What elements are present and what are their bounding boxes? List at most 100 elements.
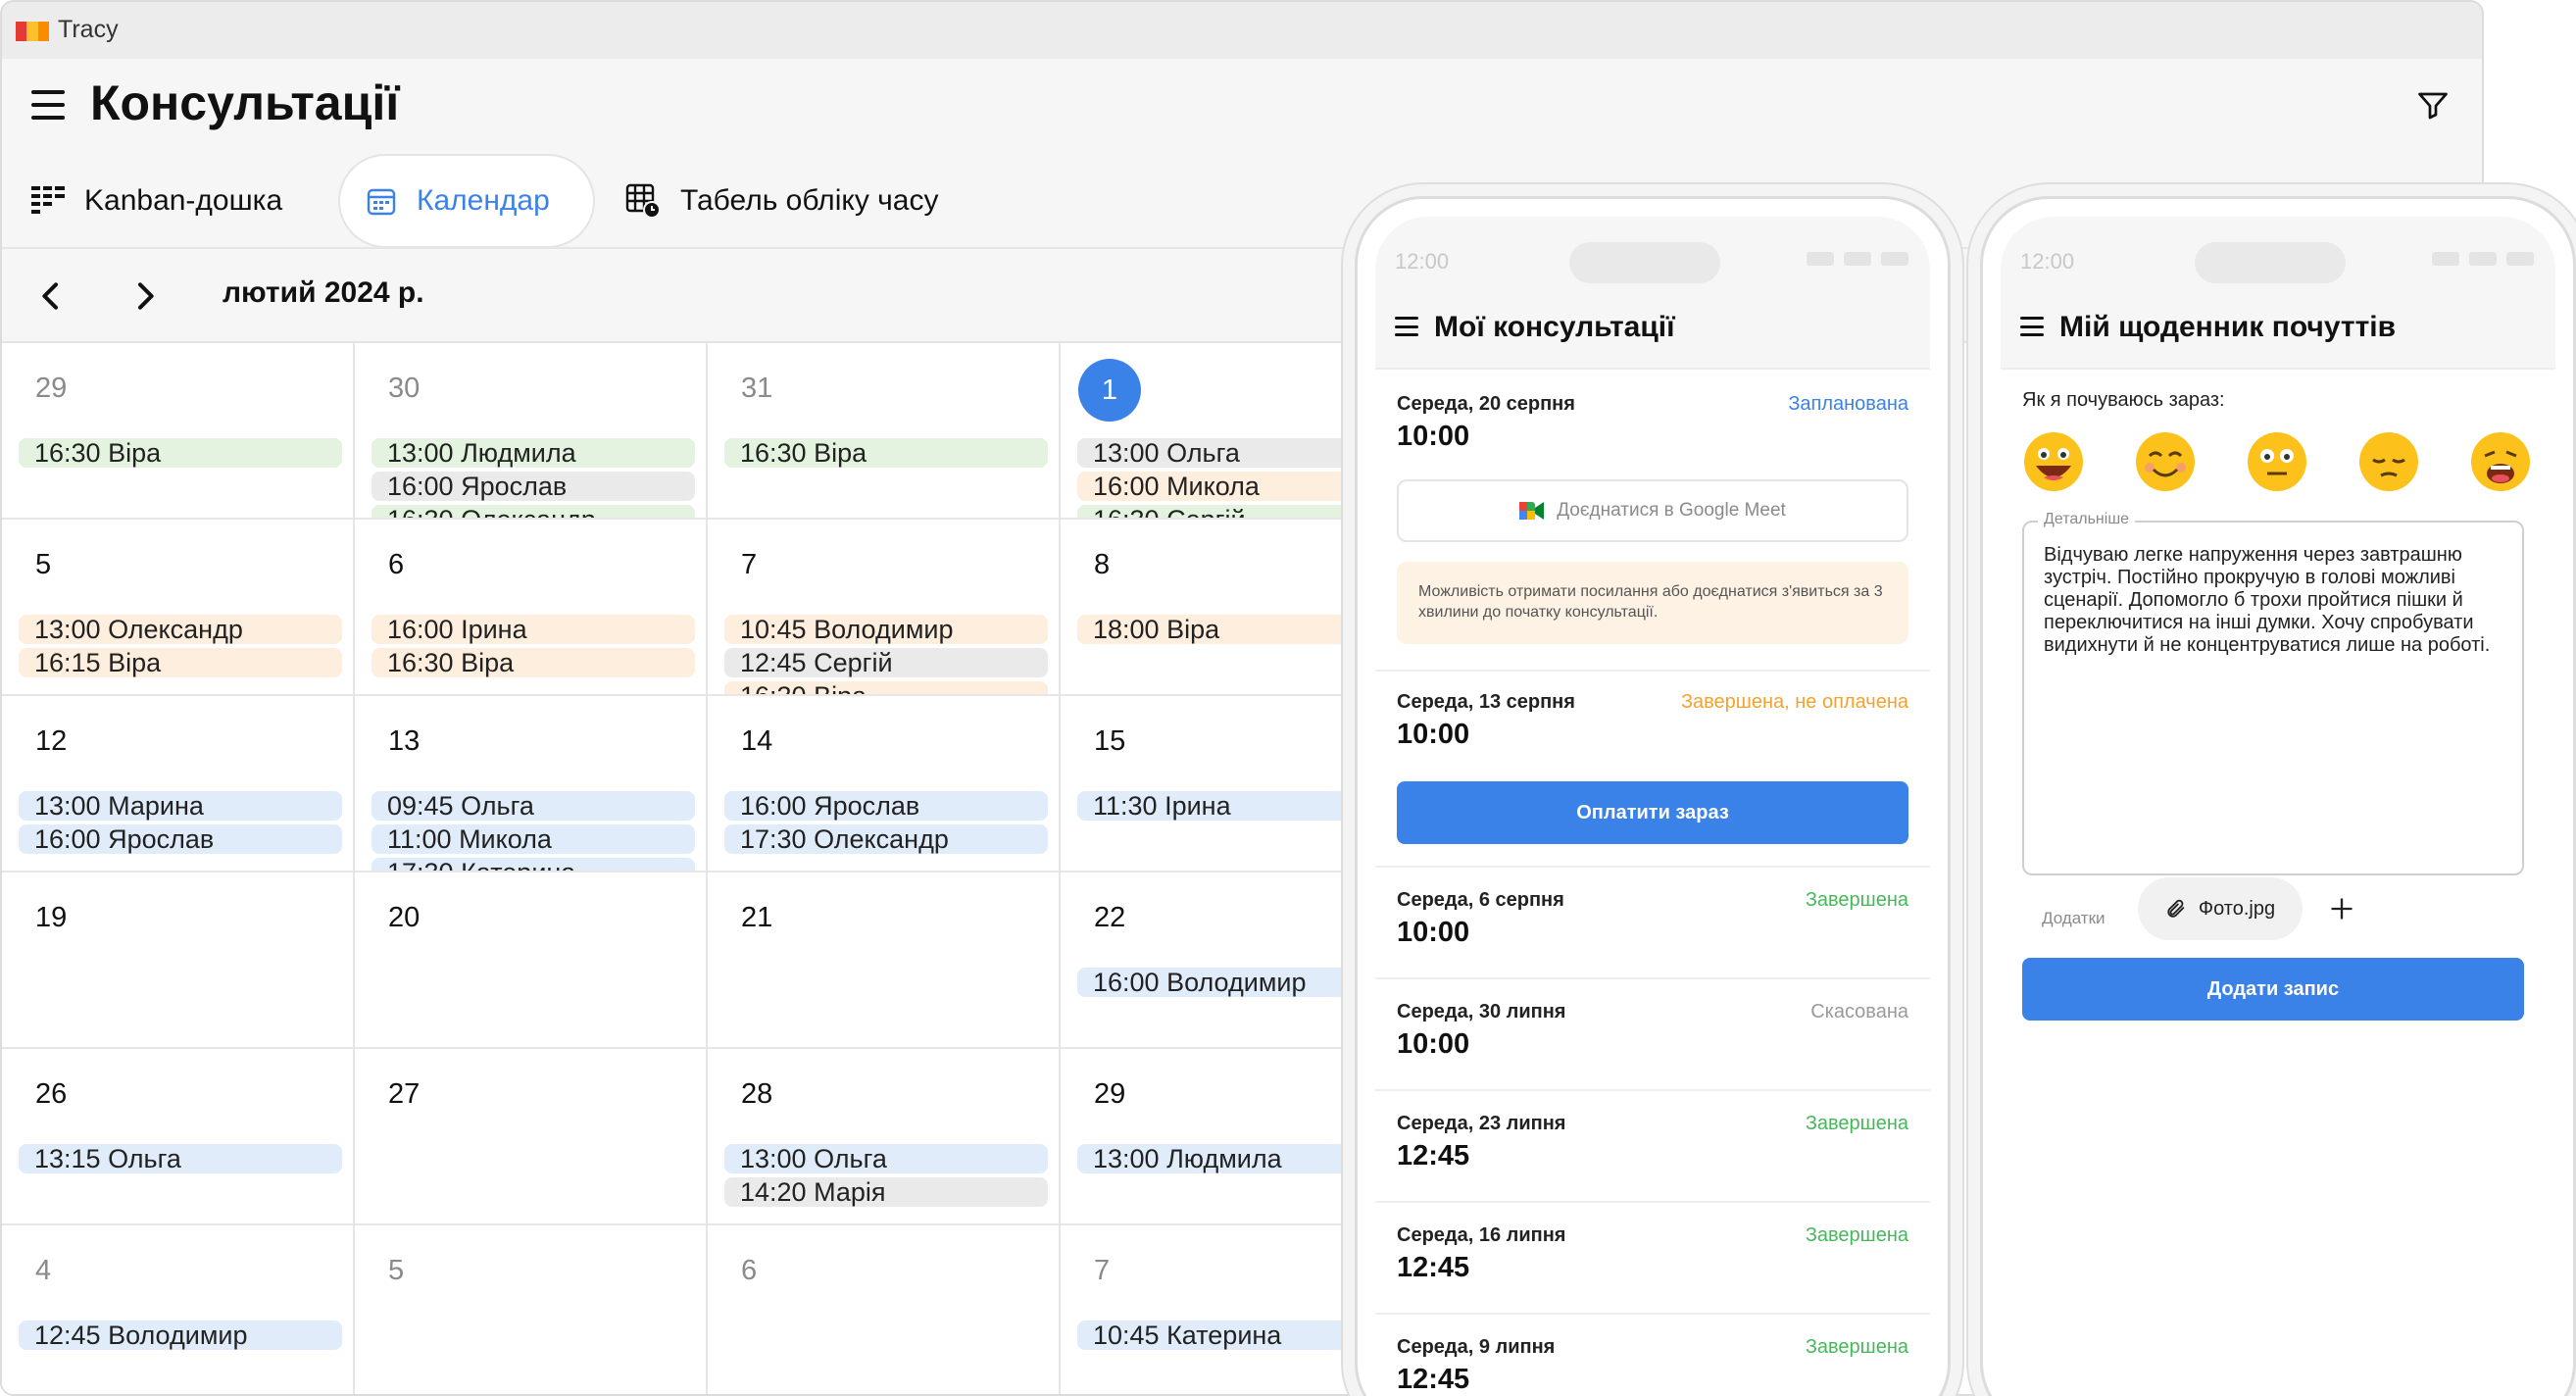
calendar-day-cell[interactable]: 31 16:30 Віра [708, 343, 1061, 520]
consultation-item[interactable]: Середа, 16 липня Завершена 12:45 [1375, 1203, 1930, 1315]
calendar-event[interactable]: 16:30 Олександр [372, 505, 695, 518]
calendar-day-cell[interactable]: 27 [355, 1049, 708, 1225]
event-list: 13:00 Ольга 14:20 Марія [724, 1144, 1048, 1211]
consultation-item[interactable]: Середа, 6 серпня Завершена 10:00 [1375, 868, 1930, 979]
consultation-status: Завершена [1805, 1336, 1908, 1358]
calendar-event[interactable]: 13:00 Олександр [19, 615, 342, 644]
day-number: 13 [388, 725, 421, 757]
pensive-face-icon[interactable] [2357, 430, 2420, 493]
calendar-event[interactable]: 09:45 Ольга [372, 791, 695, 821]
calendar-event[interactable]: 16:00 Ярослав [19, 824, 342, 854]
tab-calendar-label: Календар [417, 184, 550, 217]
chevron-left-icon[interactable] [31, 276, 71, 316]
filter-icon[interactable] [2415, 88, 2451, 124]
plus-icon[interactable] [2328, 895, 2355, 922]
consultation-time: 10:00 [1397, 917, 1470, 948]
calendar-day-cell[interactable]: 14 16:00 Ярослав 17:30 Олександр [708, 696, 1061, 872]
calendar-day-cell[interactable]: 28 13:00 Ольга 14:20 Марія [708, 1049, 1061, 1225]
calendar-event[interactable]: 16:00 Ярослав [724, 791, 1048, 821]
consultation-time: 12:45 [1397, 1140, 1470, 1172]
calendar-day-cell[interactable]: 12 13:00 Марина 16:00 Ярослав [2, 696, 355, 872]
calendar-day-cell[interactable]: 6 16:00 Ірина 16:30 Віра [355, 520, 708, 696]
event-list: 16:00 Ярослав 17:30 Олександр [724, 791, 1048, 858]
calendar-event[interactable]: 12:45 Сергій [724, 648, 1048, 677]
calendar-event[interactable]: 10:45 Катерина [1077, 1321, 1401, 1350]
tab-calendar[interactable]: Календар [338, 154, 595, 248]
consultation-item[interactable]: Середа, 13 серпня Завершена, не оплачена 1… [1375, 672, 1930, 868]
calendar-event[interactable]: 12:45 Володимир [19, 1321, 342, 1350]
calendar-event[interactable]: 11:30 Ірина [1077, 791, 1401, 821]
attachment-chip[interactable]: Фото.jpg [2138, 877, 2303, 940]
hamburger-menu-icon[interactable] [31, 90, 65, 120]
mood-question: Як я почуваюсь зараз: [2022, 389, 2225, 411]
calendar-event[interactable]: 16:15 Віра [19, 648, 342, 677]
grinning-face-icon[interactable] [2022, 430, 2085, 493]
calendar-day-cell[interactable]: 6 [708, 1225, 1061, 1394]
paperclip-icon [2167, 899, 2185, 918]
hamburger-menu-icon[interactable] [1395, 317, 1418, 336]
pay-now-button[interactable]: Оплатити зараз [1397, 781, 1908, 844]
day-number: 6 [388, 549, 405, 580]
phone-consultations: 12:00 Мої консультації Середа, 20 серпня… [1355, 196, 1951, 1396]
calendar-event[interactable]: 13:00 Ольга [1077, 438, 1401, 468]
calendar-day-cell[interactable]: 19 [2, 872, 355, 1049]
calendar-event[interactable]: 16:00 Ірина [372, 615, 695, 644]
calendar-event[interactable]: 10:45 Володимир [724, 615, 1048, 644]
calendar-event[interactable]: 16:00 Микола [1077, 472, 1401, 501]
calendar-event[interactable]: 13:00 Людмила [1077, 1144, 1401, 1173]
tired-face-icon[interactable] [2469, 430, 2532, 493]
calendar-event[interactable]: 13:00 Марина [19, 791, 342, 821]
dynamic-island [2195, 242, 2346, 283]
consultation-item[interactable]: Середа, 9 липня Завершена 12:45 [1375, 1315, 1930, 1396]
consultation-item[interactable]: Середа, 20 серпня Запланована 10:00 Доєднат… [1375, 370, 1930, 672]
calendar-event[interactable]: 16:00 Володимир [1077, 968, 1401, 997]
calendar-event[interactable]: 14:20 Марія [724, 1177, 1048, 1207]
calendar-event[interactable]: 17:30 Катерина [372, 858, 695, 871]
calendar-event[interactable]: 16:30 Віра [724, 681, 1048, 694]
calendar-day-cell[interactable]: 20 [355, 872, 708, 1049]
calendar-event[interactable]: 16:30 Сергій [1077, 505, 1401, 518]
details-text[interactable]: Відчуваю легке напруження через завтрашн… [2044, 544, 2502, 657]
calendar-day-cell[interactable]: 5 [355, 1225, 708, 1394]
calendar-day-cell[interactable]: 29 16:30 Віра [2, 343, 355, 520]
tab-timesheet-label: Табель обліку часу [680, 184, 939, 217]
calendar-event[interactable]: 13:15 Ольга [19, 1144, 342, 1173]
calendar-day-cell[interactable]: 4 12:45 Володимир [2, 1225, 355, 1394]
calendar-day-cell[interactable]: 7 10:45 Володимир 12:45 Сергій 16:30 Віра [708, 520, 1061, 696]
consultation-time: 12:45 [1397, 1364, 1470, 1395]
day-number: 20 [388, 902, 421, 933]
calendar-day-cell[interactable]: 26 13:15 Ольга [2, 1049, 355, 1225]
consultation-item[interactable]: Середа, 30 липня Скасована 10:00 [1375, 979, 1930, 1091]
consultation-item[interactable]: Середа, 23 липня Завершена 12:45 [1375, 1091, 1930, 1203]
smiling-face-icon[interactable] [2134, 430, 2197, 493]
calendar-event[interactable]: 13:00 Ольга [724, 1144, 1048, 1173]
calendar-day-cell[interactable]: 30 13:00 Людмила 16:00 Ярослав 16:30 Олекса… [355, 343, 708, 520]
calendar-event[interactable]: 16:00 Ярослав [372, 472, 695, 501]
add-entry-button[interactable]: Додати запис [2022, 958, 2524, 1021]
kanban-icon [31, 186, 65, 214]
hamburger-menu-icon[interactable] [2020, 317, 2044, 336]
neutral-face-icon[interactable] [2246, 430, 2308, 493]
calendar-event[interactable]: 16:30 Віра [19, 438, 342, 468]
join-google-meet-button[interactable]: Доєднатися в Google Meet [1397, 479, 1908, 542]
calendar-event[interactable]: 11:00 Микола [372, 824, 695, 854]
event-list: 16:00 Володимир [1077, 968, 1401, 1001]
consultation-date: Середа, 30 липня [1397, 1001, 1566, 1022]
calendar-event[interactable]: 17:30 Олександр [724, 824, 1048, 854]
calendar-event[interactable]: 13:00 Людмила [372, 438, 695, 468]
calendar-day-cell[interactable]: 13 09:45 Ольга 11:00 Микола 17:30 Катерина [355, 696, 708, 872]
event-list: 13:00 Марина 16:00 Ярослав [19, 791, 342, 858]
phone-diary-screen: 12:00 Мій щоденник почуттів Як я почуваю… [2001, 217, 2555, 1396]
calendar-event[interactable]: 16:30 Віра [724, 438, 1048, 468]
calendar-day-cell[interactable]: 5 13:00 Олександр 16:15 Віра [2, 520, 355, 696]
calendar-day-cell[interactable]: 21 [708, 872, 1061, 1049]
tab-kanban[interactable]: Kanban-дошка [31, 154, 282, 248]
calendar-event[interactable]: 16:30 Віра [372, 648, 695, 677]
calendar-event[interactable]: 18:00 Віра [1077, 615, 1401, 644]
tab-timesheet[interactable]: Табель обліку часу [625, 154, 938, 248]
chevron-right-icon[interactable] [125, 276, 165, 316]
app-title: Tracy [58, 16, 119, 43]
consultation-date: Середа, 23 липня [1397, 1113, 1566, 1134]
details-field[interactable]: Детальніше Відчуваю легке напруження чер… [2022, 511, 2524, 875]
phone-header: Мій щоденник почуттів [2001, 287, 2555, 370]
